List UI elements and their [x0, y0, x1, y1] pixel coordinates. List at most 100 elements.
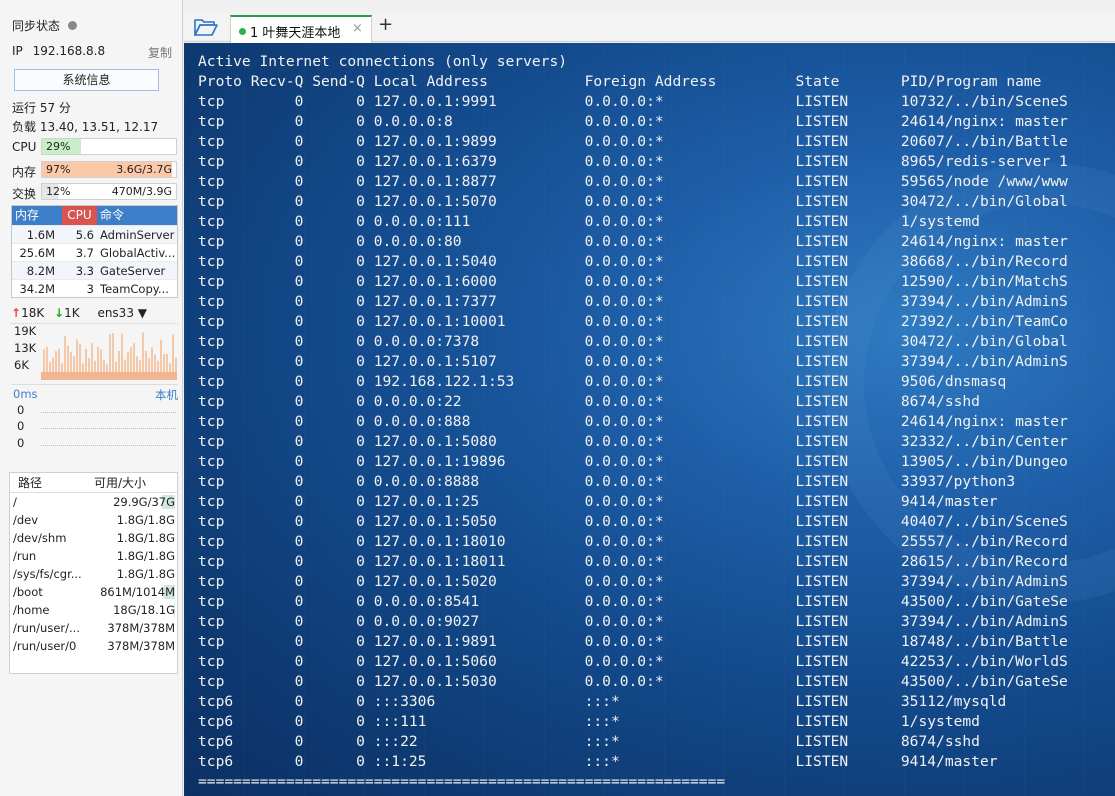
disk-path: /sys/fs/cgr...	[13, 567, 82, 581]
terminal-line: tcp 0 0 127.0.0.1:9991 0.0.0.0:* LISTEN …	[198, 93, 1068, 110]
memory-label: 内存	[12, 165, 37, 179]
process-cmd: GlobalActiv...	[100, 246, 176, 260]
process-cpu: 5.6	[75, 228, 94, 242]
terminal-line: tcp 0 0 127.0.0.1:5030 0.0.0.0:* LISTEN …	[198, 673, 1068, 690]
terminal-line: tcp 0 0 0.0.0.0:8541 0.0.0.0:* LISTEN 43…	[198, 593, 1068, 610]
upload-arrow-icon: ↑	[11, 306, 22, 320]
disk-size: 29.9G/37G	[113, 495, 175, 509]
disk-path: /run/user/...	[13, 621, 80, 635]
terminal-line: tcp 0 0 127.0.0.1:5040 0.0.0.0:* LISTEN …	[198, 253, 1068, 270]
tab-session-local[interactable]: 1 叶舞天涯本地 ×	[230, 15, 372, 43]
disk-path: /dev	[13, 513, 39, 527]
system-info-button[interactable]: 系统信息	[14, 69, 159, 91]
traffic-baseline	[41, 372, 177, 380]
interface-select[interactable]: ens33 ▼	[97, 306, 147, 320]
latency-monitor: 0ms 本机 0 0 0	[11, 384, 178, 460]
process-row[interactable]: 1.6M 5.6 AdminServer	[12, 225, 177, 243]
disk-path: /	[13, 495, 17, 509]
terminal-output: Active Internet connections (only server…	[198, 52, 1115, 792]
sidebar-panel: 同步状态 IP 192.168.8.8 复制 系统信息 运行 57 分 负载 1…	[0, 0, 183, 796]
tab-label: 1 叶舞天涯本地	[250, 26, 341, 41]
cpu-percent: 29%	[46, 140, 71, 153]
terminal-line: tcp6 0 0 :::111 :::* LISTEN 1/systemd	[198, 713, 980, 730]
network-tick: 13K	[14, 341, 37, 355]
disk-table: 路径 可用/大小 / 29.9G/37G /dev 1.8G/1.8G /dev/s…	[9, 472, 178, 674]
terminal-line: tcp 0 0 127.0.0.1:9899 0.0.0.0:* LISTEN …	[198, 133, 1068, 150]
folder-open-icon[interactable]	[194, 17, 218, 37]
network-header: ↑18K ↓1K ens33 ▼	[11, 306, 178, 320]
sort-by-memory-header[interactable]: 内存	[12, 206, 62, 225]
process-list: 1.6M 5.6 AdminServer 25.6M 3.7 GlobalActiv..…	[12, 225, 177, 297]
process-row[interactable]: 8.2M 3.3 GateServer	[12, 261, 177, 279]
latency-value: 0	[17, 436, 25, 450]
process-cmd: AdminServer	[100, 228, 175, 242]
network-monitor: ↑18K ↓1K ens33 ▼ 19K 13K 6K	[11, 302, 178, 380]
add-tab-button[interactable]: +	[378, 14, 393, 35]
sync-status-label: 同步状态	[12, 19, 61, 33]
terminal-line: tcp6 0 0 :::22 :::* LISTEN 8674/sshd	[198, 733, 980, 750]
memory-value: 3.6G/3.7G	[116, 163, 172, 176]
tab-bar: 1 叶舞天涯本地 × +	[184, 12, 1115, 43]
terminal-line: tcp 0 0 0.0.0.0:80 0.0.0.0:* LISTEN 2461…	[198, 233, 1068, 250]
process-mem: 25.6M	[19, 246, 55, 260]
terminal-line: tcp 0 0 127.0.0.1:19896 0.0.0.0:* LISTEN…	[198, 453, 1068, 470]
latency-gridline	[41, 412, 176, 413]
disk-row[interactable]: /run 1.8G/1.8G	[10, 547, 177, 565]
terminal-line: tcp 0 0 127.0.0.1:6000 0.0.0.0:* LISTEN …	[198, 273, 1068, 290]
upload-rate: 18K	[21, 306, 45, 320]
ip-row: IP 192.168.8.8 复制	[12, 44, 176, 61]
terminal-view[interactable]: Active Internet connections (only server…	[184, 43, 1115, 796]
terminal-line: tcp 0 0 127.0.0.1:7377 0.0.0.0:* LISTEN …	[198, 293, 1068, 310]
disk-path-header: 路径	[18, 476, 43, 490]
disk-size-header: 可用/大小	[94, 476, 147, 490]
disk-table-header: 路径 可用/大小	[10, 473, 177, 493]
disk-row[interactable]: /home 18G/18.1G	[10, 601, 177, 619]
disk-size: 18G/18.1G	[113, 603, 175, 617]
memory-percent: 97%	[46, 163, 71, 176]
sort-by-cpu-header[interactable]: CPU	[62, 206, 97, 225]
terminal-line: tcp 0 0 127.0.0.1:5070 0.0.0.0:* LISTEN …	[198, 193, 1068, 210]
terminal-line: tcp 0 0 127.0.0.1:8877 0.0.0.0:* LISTEN …	[198, 173, 1068, 190]
terminal-line: tcp 0 0 0.0.0.0:8 0.0.0.0:* LISTEN 24614…	[198, 113, 1068, 130]
terminal-line: tcp 0 0 127.0.0.1:5020 0.0.0.0:* LISTEN …	[198, 573, 1068, 590]
swap-label: 交换	[12, 187, 37, 201]
terminal-line: tcp6 0 0 :::3306 :::* LISTEN 35112/mysql…	[198, 693, 1007, 710]
disk-row[interactable]: /boot 861M/1014M	[10, 583, 177, 601]
disk-row[interactable]: /run/user/... 378M/378M	[10, 619, 177, 637]
network-tick: 19K	[14, 324, 37, 338]
terminal-line: tcp 0 0 127.0.0.1:5060 0.0.0.0:* LISTEN …	[198, 653, 1068, 670]
copy-ip-button[interactable]: 复制	[148, 44, 172, 61]
process-cmd: TeamCopy...	[100, 282, 169, 296]
terminal-line: tcp 0 0 127.0.0.1:18010 0.0.0.0:* LISTEN…	[198, 533, 1068, 550]
disk-path: /dev/shm	[13, 531, 67, 545]
load-average: 负载 13.40, 13.51, 12.17	[12, 120, 159, 134]
cpu-meter: 29%	[41, 138, 177, 155]
disk-size: 861M/1014M	[100, 585, 175, 599]
process-row[interactable]: 34.2M 3 TeamCopy...	[12, 279, 177, 297]
terminal-line: tcp 0 0 127.0.0.1:18011 0.0.0.0:* LISTEN…	[198, 553, 1068, 570]
download-arrow-icon: ↓	[54, 306, 65, 320]
process-table: 内存 CPU 命令 1.6M 5.6 AdminServer 25.6M 3.7 Glo…	[11, 205, 178, 298]
latency-host[interactable]: 本机	[155, 387, 178, 403]
process-cmd: GateServer	[100, 264, 166, 278]
ip-value: 192.168.8.8	[32, 44, 106, 58]
terminal-line: tcp 0 0 0.0.0.0:888 0.0.0.0:* LISTEN 246…	[198, 413, 1068, 430]
terminal-line: tcp6 0 0 ::1:25 :::* LISTEN 9414/master	[198, 753, 998, 770]
network-tick: 6K	[14, 358, 29, 372]
disk-row[interactable]: /sys/fs/cgr... 1.8G/1.8G	[10, 565, 177, 583]
swap-value: 470M/3.9G	[111, 185, 172, 198]
terminal-line: ========================================…	[198, 773, 726, 790]
command-header[interactable]: 命令	[97, 206, 177, 225]
process-table-header: 内存 CPU 命令	[12, 206, 177, 225]
process-mem: 8.2M	[26, 264, 55, 278]
latency-ms: 0ms	[13, 387, 38, 401]
disk-row[interactable]: /dev/shm 1.8G/1.8G	[10, 529, 177, 547]
terminal-line: tcp 0 0 0.0.0.0:22 0.0.0.0:* LISTEN 8674…	[198, 393, 980, 410]
process-row[interactable]: 25.6M 3.7 GlobalActiv...	[12, 243, 177, 261]
disk-row[interactable]: /run/user/0 378M/378M	[10, 637, 177, 655]
disk-row[interactable]: / 29.9G/37G	[10, 493, 177, 511]
ip-label: IP	[12, 44, 23, 58]
close-icon[interactable]: ×	[352, 21, 363, 36]
disk-row[interactable]: /dev 1.8G/1.8G	[10, 511, 177, 529]
sync-status-dot-icon	[68, 21, 78, 30]
